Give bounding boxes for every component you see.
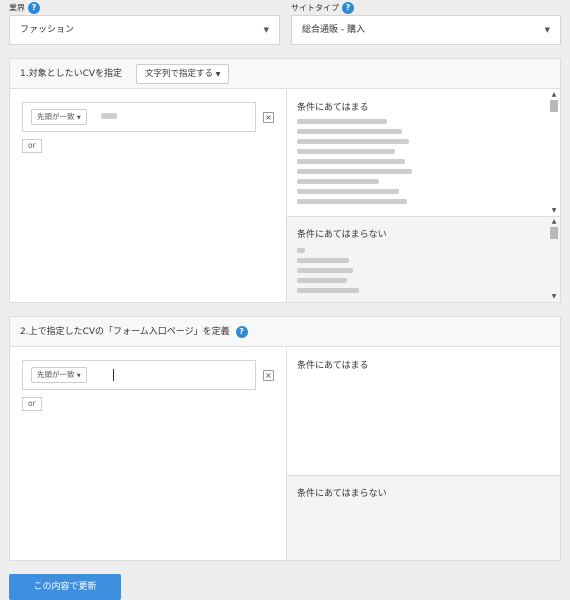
match-title: 条件にあてはまる: [297, 361, 369, 371]
text-cursor[interactable]: [113, 369, 114, 381]
section-title: 2.上で指定したCVの「フォーム入口ページ」を定義: [20, 327, 230, 337]
help-icon[interactable]: ?: [28, 2, 40, 14]
scroll-down-icon[interactable]: ▼: [550, 208, 558, 214]
match-title: 条件にあてはまる: [297, 103, 369, 113]
scrollbar[interactable]: ▲ ▼: [550, 90, 558, 216]
chevron-down-icon: ▼: [76, 115, 81, 121]
nomatch-list: 条件にあてはまらない ▲ ▼: [287, 216, 560, 302]
preview-pane: 条件にあてはまる ▲ ▼ 条件にあてはまらない ▲ ▼: [286, 90, 560, 302]
match-list: 条件にあてはまる ▲ ▼: [287, 90, 560, 216]
site-type-value: 総合通販 - 購入: [302, 25, 365, 35]
update-button[interactable]: この内容で更新: [9, 574, 121, 600]
condition-input-box[interactable]: 先頭が一致 ▼: [22, 102, 256, 132]
or-button[interactable]: or: [22, 139, 42, 153]
industry-label: 業界?: [9, 2, 40, 14]
condition-text-blurred[interactable]: [101, 113, 117, 119]
nomatch-title: 条件にあてはまらない: [297, 489, 387, 499]
help-icon[interactable]: ?: [235, 325, 248, 338]
nomatch-list: 条件にあてはまらない: [287, 475, 560, 560]
close-icon[interactable]: ×: [263, 370, 274, 381]
scroll-up-icon[interactable]: ▲: [550, 219, 558, 225]
preview-pane: 条件にあてはまる 条件にあてはまらない: [286, 348, 560, 560]
match-list: 条件にあてはまる: [287, 348, 560, 475]
nomatch-title: 条件にあてはまらない: [297, 230, 387, 240]
mode-select-button[interactable]: 文字列で指定する ▼: [136, 64, 230, 84]
scrollbar[interactable]: ▲ ▼: [550, 217, 558, 302]
or-button[interactable]: or: [22, 397, 42, 411]
site-type-select[interactable]: 総合通販 - 購入 ▼: [291, 15, 561, 45]
condition-pane: 先頭が一致 ▼ × or: [10, 348, 286, 560]
chevron-down-icon: ▼: [215, 71, 221, 78]
condition-input-box[interactable]: 先頭が一致 ▼: [22, 360, 256, 390]
cv-target-section: 1.対象としたいCVを指定 文字列で指定する ▼ 先頭が一致 ▼ × or 条件…: [9, 58, 561, 303]
chevron-down-icon: ▼: [76, 373, 81, 379]
match-type-select[interactable]: 先頭が一致 ▼: [31, 367, 87, 383]
site-type-label: サイトタイプ?: [291, 2, 354, 14]
match-type-select[interactable]: 先頭が一致 ▼: [31, 109, 87, 125]
scroll-down-icon[interactable]: ▼: [550, 294, 558, 300]
section-header: 1.対象としたいCVを指定 文字列で指定する ▼: [10, 59, 560, 89]
chevron-down-icon: ▼: [544, 26, 550, 34]
industry-select[interactable]: ファッション ▼: [9, 15, 280, 45]
condition-pane: 先頭が一致 ▼ × or: [10, 90, 286, 302]
section-header: 2.上で指定したCVの「フォーム入口ページ」を定義?: [10, 317, 560, 347]
blurred-url-list: [297, 248, 550, 293]
chevron-down-icon: ▼: [263, 26, 269, 34]
industry-value: ファッション: [20, 25, 75, 35]
scroll-up-icon[interactable]: ▲: [550, 92, 558, 98]
close-icon[interactable]: ×: [263, 112, 274, 123]
help-icon[interactable]: ?: [342, 2, 354, 14]
blurred-url-list: [297, 119, 550, 204]
section-title: 1.対象としたいCVを指定: [20, 69, 123, 79]
form-entry-section: 2.上で指定したCVの「フォーム入口ページ」を定義? 先頭が一致 ▼ × or …: [9, 316, 561, 561]
